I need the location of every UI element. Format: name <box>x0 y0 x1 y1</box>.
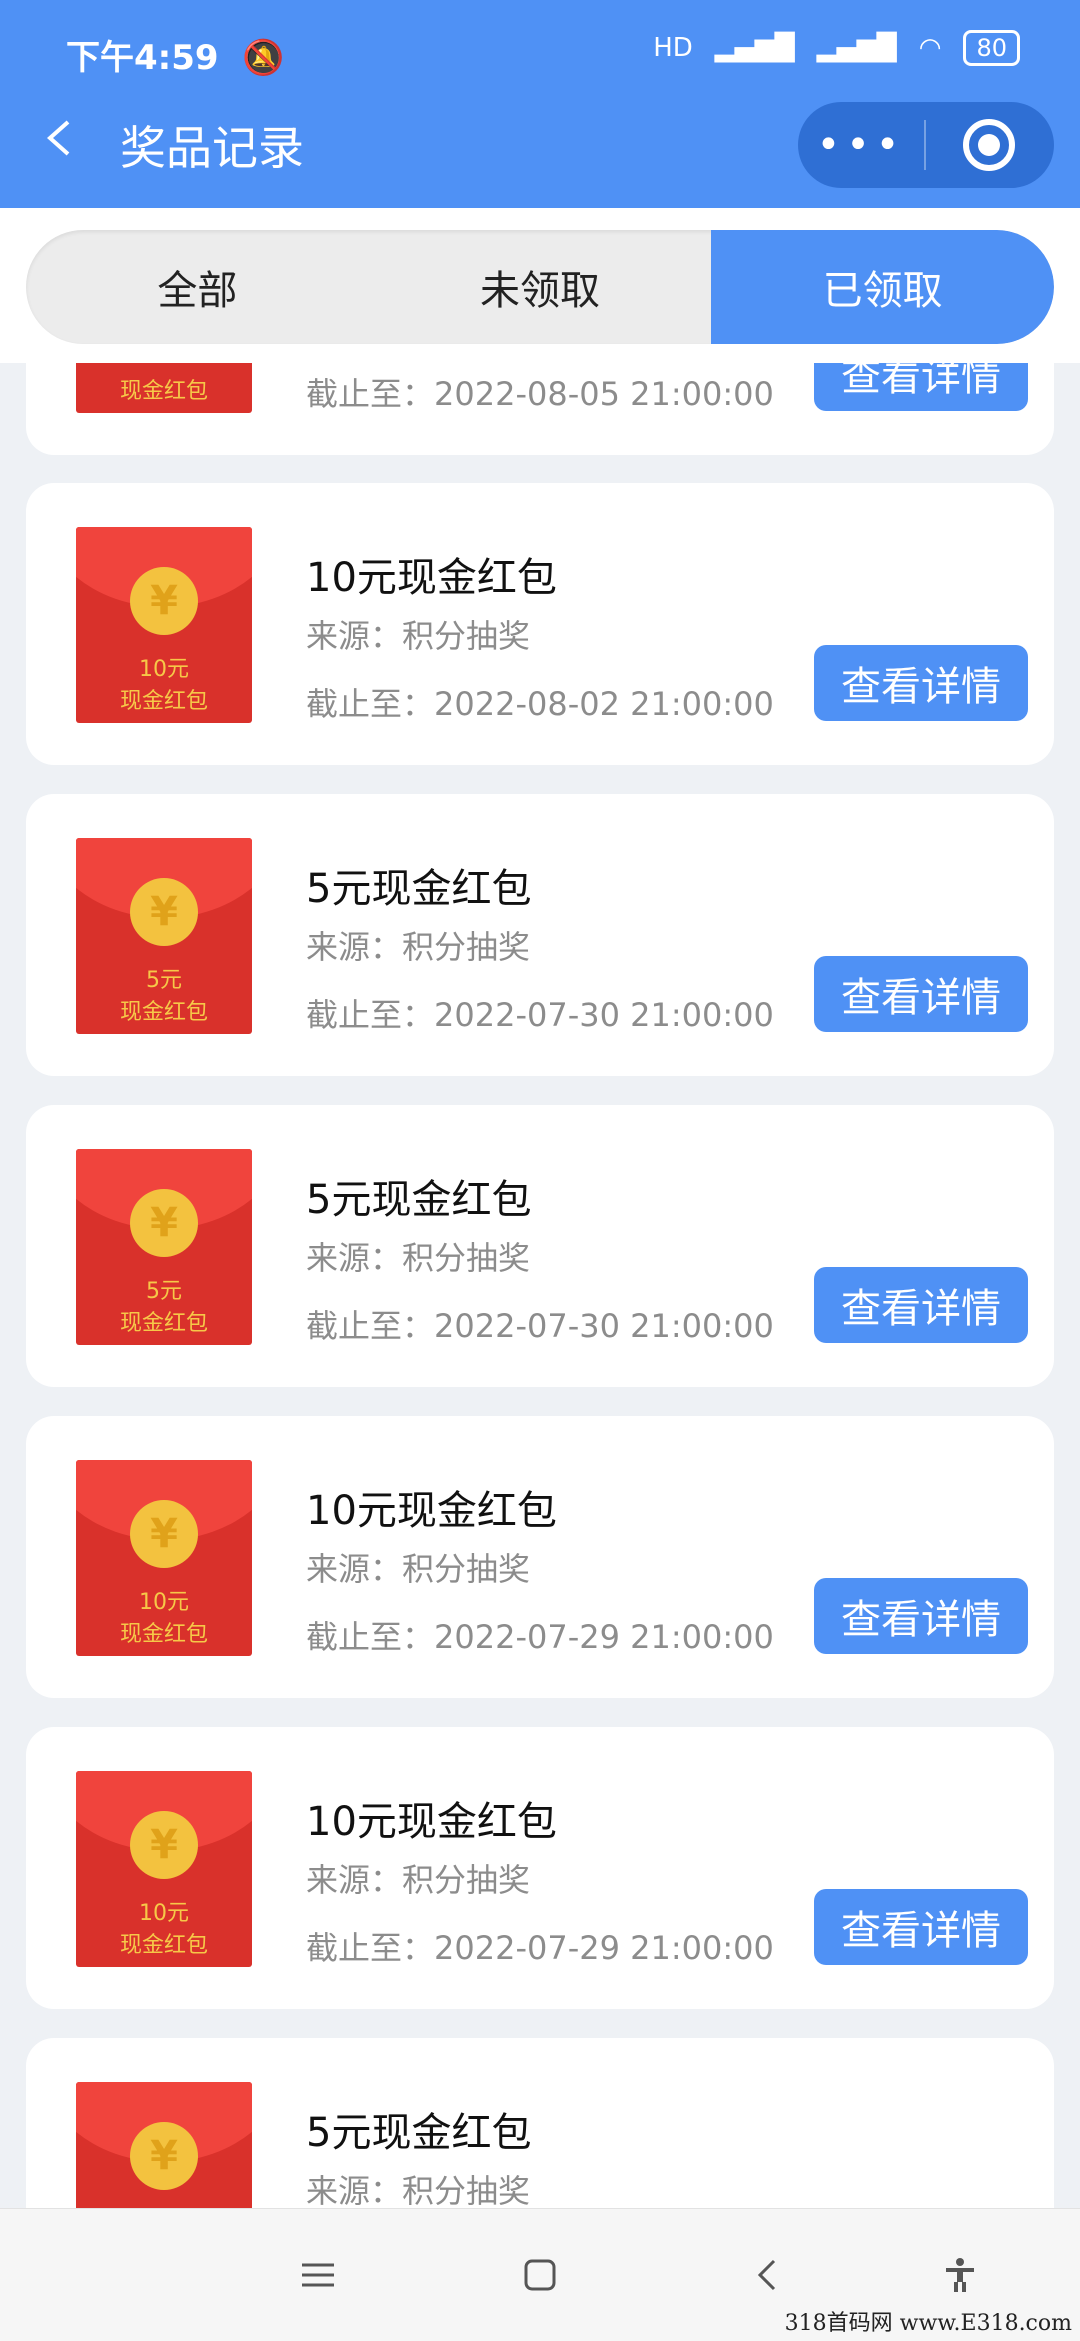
yuan-coin-icon: ¥ <box>130 2122 198 2190</box>
red-envelope-image: ¥ 5元 <box>76 2082 252 2208</box>
card-source: 来源：积分抽奖 <box>306 617 531 655</box>
card-title: 5元现金红包 <box>306 2110 532 2156</box>
view-details-button[interactable]: 查看详情 <box>814 363 1028 411</box>
more-menu-icon[interactable]: ••• <box>798 102 924 188</box>
wifi-icon: ◠ <box>918 33 942 63</box>
red-envelope-image: ¥ 5元 现金红包 <box>76 1149 252 1345</box>
red-envelope-image: ¥ 10元 现金红包 <box>76 1460 252 1656</box>
card-deadline: 截止至：2022-07-30 21:00:00 <box>306 1307 774 1345</box>
card-title: 5元现金红包 <box>306 1177 532 1223</box>
tabs-container: 全部 未领取 已领取 <box>0 208 1080 363</box>
prize-card: ¥ 5元 5元现金红包 来源：积分抽奖 <box>26 2038 1054 2208</box>
back-arrow-icon[interactable] <box>40 118 80 158</box>
envelope-amount: 10元 <box>139 1901 189 1926</box>
signal-icon: ▂▄▆█ <box>714 33 795 63</box>
tab-claimed[interactable]: 已领取 <box>711 230 1054 344</box>
red-envelope-image: 现金红包 <box>76 363 252 413</box>
status-bar: 下午4:59 🔕 <box>66 30 285 79</box>
card-source: 来源：积分抽奖 <box>306 2172 531 2208</box>
card-deadline: 截止至：2022-07-30 21:00:00 <box>306 996 774 1034</box>
mute-icon: 🔕 <box>242 38 285 78</box>
envelope-amount: 10元 <box>139 1590 189 1615</box>
home-icon[interactable] <box>520 2255 560 2295</box>
view-details-button[interactable]: 查看详情 <box>814 1578 1028 1654</box>
card-title: 10元现金红包 <box>306 1799 557 1845</box>
card-deadline: 截止至：2022-08-05 21:00:00 <box>306 375 774 413</box>
envelope-label: 现金红包 <box>119 689 208 714</box>
card-source: 来源：积分抽奖 <box>306 928 531 966</box>
envelope-amount: 5元 <box>146 1279 182 1304</box>
hd-network-icon: HD <box>653 33 693 63</box>
page-title: 奖品记录 <box>120 121 304 175</box>
prize-card: ¥ 10元 现金红包 10元现金红包 来源：积分抽奖 截止至：2022-07-2… <box>26 1727 1054 2009</box>
card-title: 5元现金红包 <box>306 866 532 912</box>
view-details-button[interactable]: 查看详情 <box>814 1267 1028 1343</box>
prize-card: 现金红包 截止至：2022-08-05 21:00:00 查看详情 <box>26 363 1054 455</box>
envelope-label: 现金红包 <box>119 379 208 404</box>
card-deadline: 截止至：2022-07-29 21:00:00 <box>306 1618 774 1656</box>
view-details-button[interactable]: 查看详情 <box>814 645 1028 721</box>
watermark: 318首码网 www.E318.com <box>784 2311 1072 2336</box>
tab-all[interactable]: 全部 <box>26 230 369 344</box>
status-time: 下午4:59 <box>66 38 219 78</box>
card-source: 来源：积分抽奖 <box>306 1550 531 1588</box>
close-miniprogram-button[interactable] <box>926 119 1052 171</box>
signal-icon-2: ▂▄▆█ <box>816 33 897 63</box>
card-deadline: 截止至：2022-07-29 21:00:00 <box>306 1929 774 1967</box>
card-deadline: 截止至：2022-08-02 21:00:00 <box>306 685 774 723</box>
view-details-button[interactable]: 查看详情 <box>814 1889 1028 1965</box>
card-source: 来源：积分抽奖 <box>306 1239 531 1277</box>
envelope-amount: 10元 <box>139 657 189 682</box>
yuan-coin-icon: ¥ <box>130 567 198 635</box>
prize-card: ¥ 5元 现金红包 5元现金红包 来源：积分抽奖 截止至：2022-07-30 … <box>26 794 1054 1076</box>
prize-card: ¥ 10元 现金红包 10元现金红包 来源：积分抽奖 截止至：2022-08-0… <box>26 483 1054 765</box>
envelope-label: 现金红包 <box>119 1622 208 1647</box>
target-icon <box>963 119 1015 171</box>
back-icon[interactable] <box>748 2255 788 2295</box>
card-title: 10元现金红包 <box>306 1488 557 1534</box>
card-title: 10元现金红包 <box>306 555 557 601</box>
tab-unclaimed[interactable]: 未领取 <box>369 230 712 344</box>
battery-icon: 80 <box>963 30 1020 66</box>
menu-icon[interactable] <box>298 2255 338 2295</box>
yuan-coin-icon: ¥ <box>130 1189 198 1257</box>
prize-card: ¥ 10元 现金红包 10元现金红包 来源：积分抽奖 截止至：2022-07-2… <box>26 1416 1054 1698</box>
envelope-label: 现金红包 <box>119 1311 208 1336</box>
yuan-coin-icon: ¥ <box>130 1811 198 1879</box>
red-envelope-image: ¥ 10元 现金红包 <box>76 527 252 723</box>
status-right: HD ▂▄▆█ ▂▄▆█ ◠ 80 <box>653 30 1020 66</box>
accessibility-icon[interactable] <box>940 2255 980 2295</box>
view-details-button[interactable]: 查看详情 <box>814 956 1028 1032</box>
yuan-coin-icon: ¥ <box>130 878 198 946</box>
envelope-label: 现金红包 <box>119 1000 208 1025</box>
system-nav-bar: 318首码网 www.E318.com <box>0 2208 1080 2341</box>
red-envelope-image: ¥ 5元 现金红包 <box>76 838 252 1034</box>
red-envelope-image: ¥ 10元 现金红包 <box>76 1771 252 1967</box>
top-bar: 下午4:59 🔕 HD ▂▄▆█ ▂▄▆█ ◠ 80 奖品记录 ••• <box>0 0 1080 208</box>
prize-list: 现金红包 截止至：2022-08-05 21:00:00 查看详情 ¥ 10元 … <box>26 363 1054 2208</box>
envelope-amount: 5元 <box>146 968 182 993</box>
yuan-coin-icon: ¥ <box>130 1500 198 1568</box>
card-source: 来源：积分抽奖 <box>306 1861 531 1899</box>
segmented-tabs: 全部 未领取 已领取 <box>26 230 1054 344</box>
envelope-label: 现金红包 <box>119 1933 208 1958</box>
miniprogram-capsule: ••• <box>798 102 1054 188</box>
prize-card: ¥ 5元 现金红包 5元现金红包 来源：积分抽奖 截止至：2022-07-30 … <box>26 1105 1054 1387</box>
